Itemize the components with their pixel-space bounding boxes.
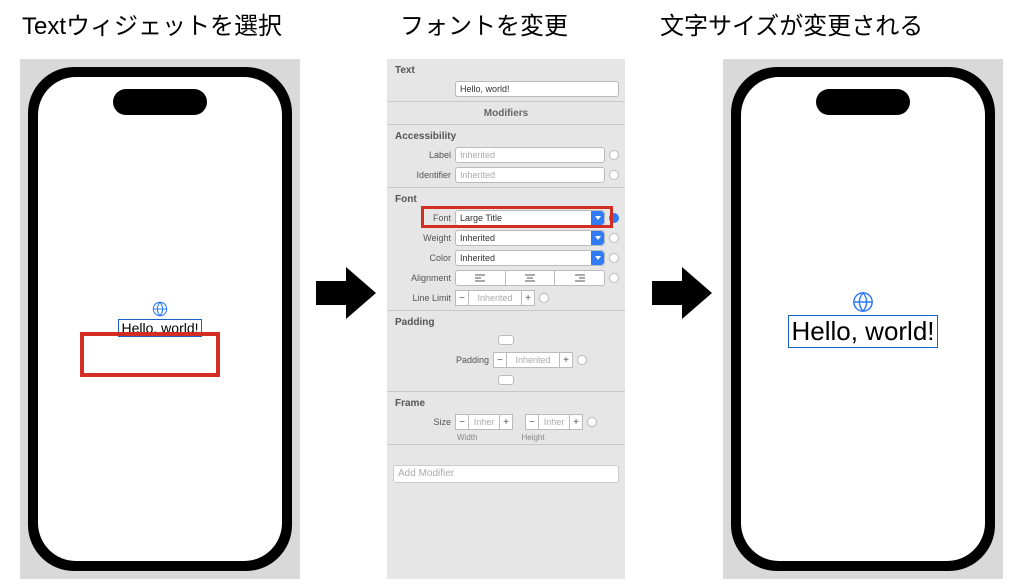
font-select[interactable]: Large Title [455, 210, 605, 226]
label-alignment: Alignment [387, 273, 451, 283]
indicator-dot [609, 150, 619, 160]
label-padding: Padding [425, 355, 489, 365]
height-stepper[interactable]: − Inher + [525, 414, 583, 430]
phone-body: Hello, world! [731, 67, 995, 571]
color-select[interactable]: Inherited [455, 250, 605, 266]
line-limit-stepper[interactable]: − Inherited + [455, 290, 535, 306]
globe-icon [852, 291, 874, 313]
label-label: Label [387, 150, 451, 160]
arrow-icon [316, 265, 376, 326]
padding-stepper[interactable]: − Inherited + [493, 352, 573, 368]
indicator-dot [609, 253, 619, 263]
label-identifier: Identifier [387, 170, 451, 180]
label-height-sub: Height [521, 433, 544, 442]
caption-step3: 文字サイズが変更される [660, 6, 923, 41]
label-width-sub: Width [457, 433, 477, 442]
phone-body: Hello, world! [28, 67, 292, 571]
align-left-button[interactable] [455, 270, 506, 286]
indicator-dot [539, 293, 549, 303]
globe-icon [152, 301, 168, 317]
label-weight: Weight [387, 233, 451, 243]
text-value-input[interactable]: Hello, world! [455, 81, 619, 97]
indicator-dot [587, 417, 597, 427]
width-stepper[interactable]: − Inher + [455, 414, 513, 430]
text-widget-after[interactable]: Hello, world! [788, 291, 937, 348]
phone-preview-before: Hello, world! [20, 59, 300, 579]
stepper-plus-button[interactable]: + [521, 290, 535, 306]
padding-control[interactable]: Padding − Inherited + [387, 331, 625, 389]
indicator-dot [609, 233, 619, 243]
arrow-icon [652, 265, 712, 326]
align-center-button[interactable] [506, 270, 556, 286]
phone-notch [113, 89, 207, 115]
section-frame-header: Frame [387, 392, 625, 412]
accessibility-label-input[interactable]: Inherited [455, 147, 605, 163]
stepper-minus-button[interactable]: − [455, 290, 469, 306]
indicator-dot [609, 273, 619, 283]
add-modifier-input[interactable]: Add Modifier [393, 465, 619, 483]
accessibility-identifier-input[interactable]: Inherited [455, 167, 605, 183]
section-font-header: Font [387, 188, 625, 208]
label-line-limit: Line Limit [387, 293, 451, 303]
phone-notch [816, 89, 910, 115]
stepper-minus-button[interactable]: − [493, 352, 507, 368]
stepper-plus-button[interactable]: + [499, 414, 513, 430]
phone-screen: Hello, world! [38, 77, 282, 561]
stepper-value: Inherited [507, 352, 559, 368]
section-text-header: Text [387, 59, 625, 79]
label-size: Size [387, 417, 451, 427]
stepper-plus-button[interactable]: + [559, 352, 573, 368]
chevron-down-icon [591, 251, 604, 265]
label-color: Color [387, 253, 451, 263]
indicator-dot [577, 355, 587, 365]
section-accessibility-header: Accessibility [387, 125, 625, 145]
stepper-plus-button[interactable]: + [569, 414, 583, 430]
weight-select[interactable]: Inherited [455, 230, 605, 246]
chevron-down-icon [591, 231, 604, 245]
section-modifiers-header: Modifiers [387, 102, 625, 122]
padding-thumb-bottom[interactable] [498, 375, 514, 385]
padding-thumb-top[interactable] [498, 335, 514, 345]
chevron-down-icon [591, 211, 604, 225]
attributes-inspector: Text Hello, world! Modifiers Accessibili… [387, 59, 625, 579]
text-widget-label: Hello, world! [788, 315, 937, 348]
alignment-segmented[interactable] [455, 270, 605, 286]
caption-step1: Textウィジェットを選択 [22, 6, 282, 41]
phone-preview-after: Hello, world! [723, 59, 1003, 579]
align-right-button[interactable] [555, 270, 605, 286]
selection-highlight [80, 332, 220, 377]
indicator-dot [609, 170, 619, 180]
stepper-minus-button[interactable]: − [455, 414, 469, 430]
label-font: Font [387, 213, 451, 223]
indicator-dot-active [609, 213, 619, 223]
stepper-value: Inher [539, 414, 569, 430]
stepper-value: Inher [469, 414, 499, 430]
section-padding-header: Padding [387, 311, 625, 331]
caption-step2: フォントを変更 [400, 6, 568, 41]
phone-screen: Hello, world! [741, 77, 985, 561]
stepper-value: Inherited [469, 290, 521, 306]
stepper-minus-button[interactable]: − [525, 414, 539, 430]
